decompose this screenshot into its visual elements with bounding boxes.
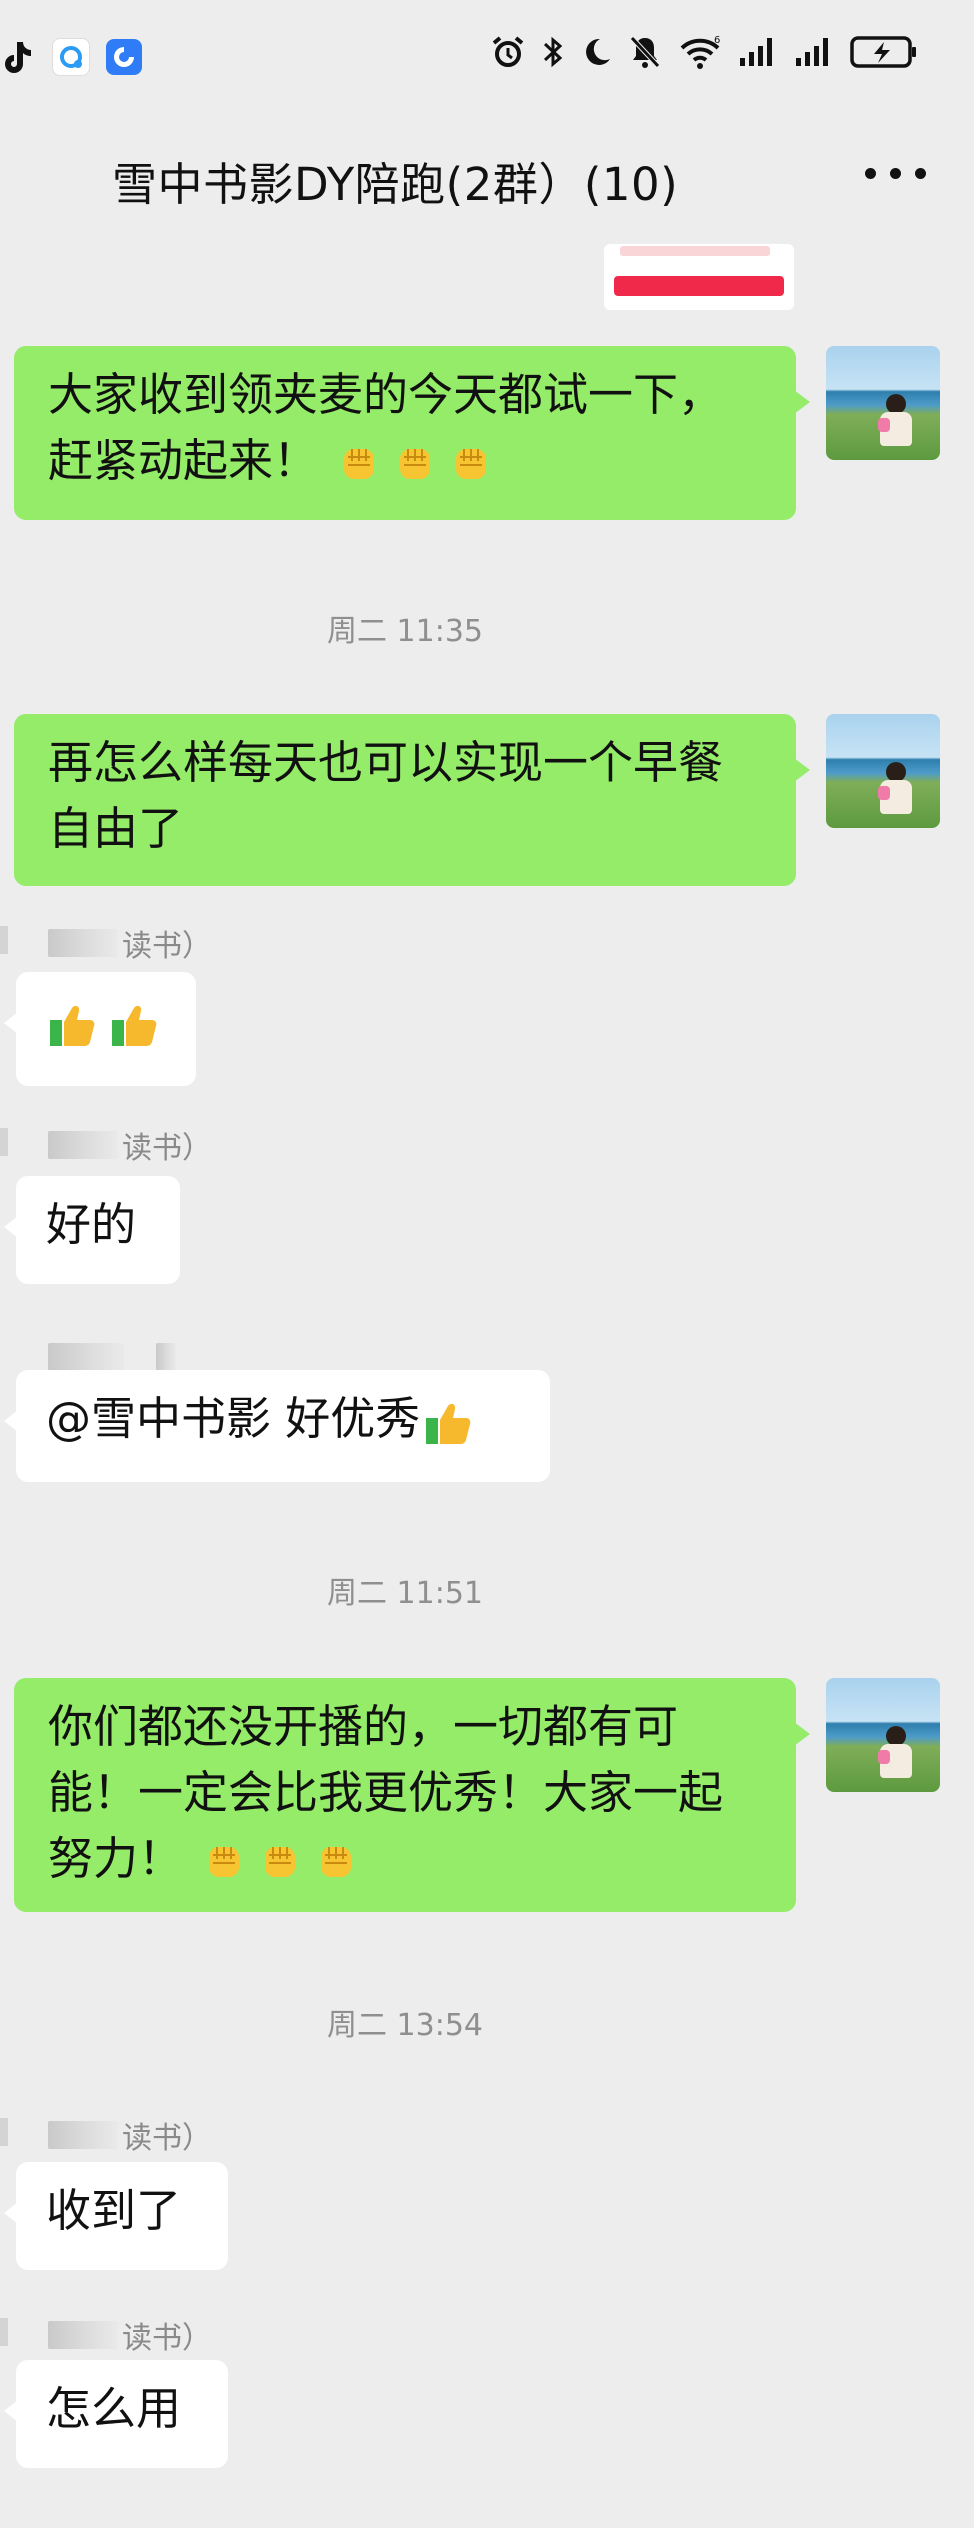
sender-avatar-edge — [0, 2318, 8, 2346]
message-text: @雪中书影 好优秀 — [46, 1392, 421, 1445]
alarm-icon — [492, 36, 524, 67]
raised-fist-emoji — [265, 1847, 296, 1877]
chat-header: 雪中书影DY陪跑(2群）(10) — [0, 110, 974, 250]
message-text: 收到了 — [46, 2184, 182, 2237]
sender-avatar-edge — [0, 1128, 8, 1156]
sender-name — [48, 1340, 180, 1374]
thumbs-up-emoji — [50, 1005, 95, 1046]
message-text: 你们都还没开播的，一切都有可能！一定会比我更优秀！大家一起努力！ — [48, 1700, 724, 1885]
other-message-bubble[interactable]: 怎么用 — [4, 2360, 228, 2468]
chat-title: 雪中书影DY陪跑(2群）(10) — [112, 158, 679, 211]
battery-charging-icon — [850, 36, 916, 68]
cloud-app-icon — [52, 38, 90, 76]
thumbs-up-emoji — [426, 1403, 471, 1444]
emoji-group — [336, 441, 494, 487]
message-text: 再怎么样每天也可以实现一个早餐自由了 — [48, 736, 724, 855]
raised-fist-emoji — [456, 449, 487, 479]
my-message-bubble[interactable]: 再怎么样每天也可以实现一个早餐自由了 — [14, 714, 810, 886]
status-left-icons — [0, 38, 142, 76]
mute-bell-icon — [630, 36, 660, 68]
status-right-icons: 6 — [490, 34, 918, 70]
shared-card-preview[interactable] — [604, 244, 794, 310]
raised-fist-emoji — [400, 449, 431, 479]
my-message-bubble[interactable]: 大家收到领夹麦的今天都试一下，赶紧动起来！ — [14, 346, 810, 520]
sender-name: 读书） — [48, 2318, 212, 2356]
tiktok-icon — [0, 39, 36, 75]
my-message-bubble[interactable]: 你们都还没开播的，一切都有可能！一定会比我更优秀！大家一起努力！ — [14, 1678, 810, 1912]
other-message-bubble[interactable]: 收到了 — [4, 2162, 228, 2270]
message-text: 怎么用 — [46, 2382, 182, 2435]
sender-avatar-edge — [0, 2118, 8, 2146]
wifi-icon: 6 — [680, 35, 720, 69]
sender-name: 读书） — [48, 926, 212, 964]
raised-fist-emoji — [209, 1847, 240, 1877]
more-dots-icon[interactable] — [865, 168, 926, 179]
my-avatar[interactable] — [826, 714, 940, 828]
moon-icon — [586, 38, 610, 65]
sender-avatar-edge — [0, 926, 8, 954]
raised-fist-emoji — [344, 449, 375, 479]
my-avatar[interactable] — [826, 346, 940, 460]
status-bar: 6 — [0, 0, 974, 110]
emoji-group — [46, 998, 160, 1050]
timestamp: 周二 11:51 — [327, 1576, 483, 1611]
sender-name: 读书） — [48, 1128, 212, 1166]
svg-text:6: 6 — [714, 35, 720, 46]
emoji-group — [201, 1839, 359, 1885]
blue-app-icon — [106, 39, 142, 75]
message-text: 好的 — [46, 1198, 137, 1251]
other-message-bubble[interactable] — [4, 972, 196, 1086]
my-avatar[interactable] — [826, 1678, 940, 1792]
thumbs-up-emoji — [112, 1005, 157, 1046]
signal-icon — [740, 38, 772, 66]
other-message-bubble[interactable]: @雪中书影 好优秀 — [4, 1370, 550, 1482]
bluetooth-icon — [543, 36, 563, 68]
timestamp: 周二 11:35 — [327, 614, 483, 649]
other-message-bubble[interactable]: 好的 — [4, 1176, 180, 1284]
signal-icon — [796, 38, 828, 66]
sender-name: 读书） — [48, 2118, 212, 2156]
raised-fist-emoji — [321, 1847, 352, 1877]
timestamp: 周二 13:54 — [327, 2008, 483, 2043]
